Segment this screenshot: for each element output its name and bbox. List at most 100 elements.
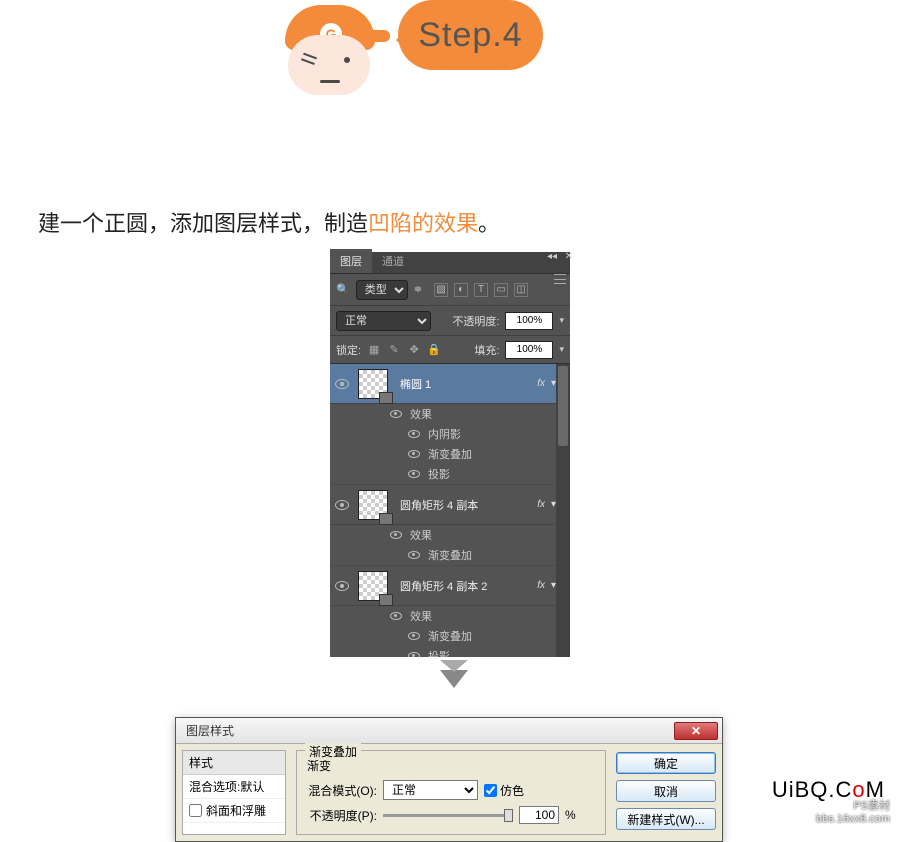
fx-visibility-toggle[interactable]: [408, 551, 420, 559]
visibility-toggle[interactable]: [330, 500, 354, 510]
blend-mode-select[interactable]: 正常: [336, 311, 431, 331]
filter-type-icon[interactable]: T: [474, 283, 488, 297]
fx-visibility-toggle[interactable]: [408, 430, 420, 438]
fill-label: 填充:: [474, 342, 499, 358]
style-blend-options[interactable]: 混合选项:默认: [183, 775, 285, 799]
style-bevel-checkbox[interactable]: [189, 804, 202, 817]
fx-visibility-toggle[interactable]: [390, 531, 402, 539]
blend-mode-combo[interactable]: 正常: [383, 780, 478, 800]
fx-visibility-toggle[interactable]: [408, 632, 420, 640]
fx-item[interactable]: 效果: [410, 527, 432, 543]
panel-menu-icon[interactable]: [554, 274, 566, 284]
lock-brush-icon[interactable]: ✎: [387, 343, 401, 357]
layer-row[interactable]: 圆角矩形 4 副本 2 fx ▾: [330, 566, 570, 606]
lock-move-icon[interactable]: ✥: [407, 343, 421, 357]
instruction-pre: 建一个正圆，添加图层样式，制造: [38, 211, 368, 236]
opacity-slider[interactable]: [383, 814, 513, 817]
styles-list-header: 样式: [183, 751, 285, 775]
watermark-line1: PS素材: [853, 797, 890, 813]
instruction-highlight: 凹陷的效果: [368, 211, 478, 236]
arrow-down-icon: [440, 670, 468, 688]
layer-name[interactable]: 圆角矩形 4 副本 2: [400, 578, 537, 594]
fx-item[interactable]: 渐变叠加: [428, 628, 472, 644]
fx-visibility-toggle[interactable]: [408, 652, 420, 657]
blend-mode-label: 混合模式(O):: [307, 782, 377, 799]
step-header: G Step.4: [280, 0, 543, 110]
filter-shape-icon[interactable]: ▭: [494, 283, 508, 297]
gradient-overlay-fieldset: 渐变叠加 渐变 混合模式(O): 正常 仿色 不透明度(P): %: [296, 750, 606, 835]
layers-list: 椭圆 1 fx ▾ 效果 内阴影 渐变叠加 投影 圆角矩形 4 副本 fx ▾ …: [330, 364, 570, 657]
blend-row: 正常 不透明度: ▾: [330, 306, 570, 336]
panel-close-icon[interactable]: ✕: [565, 251, 573, 262]
fill-chevron-icon[interactable]: ▾: [559, 344, 564, 355]
panel-collapse-icon[interactable]: ◂◂: [547, 251, 557, 262]
dialog-title: 图层样式: [180, 722, 674, 739]
visibility-toggle[interactable]: [330, 379, 354, 389]
fx-visibility-toggle[interactable]: [390, 410, 402, 418]
layers-panel: ◂◂ ✕ 图层 通道 🔍 类型 ≑ ▧ ◐ T ▭ ◫ 正常 不透明度: ▾ 锁…: [330, 252, 570, 657]
styles-list: 样式 混合选项:默认 斜面和浮雕: [182, 750, 286, 835]
dither-label: 仿色: [500, 782, 524, 799]
opacity-unit: %: [565, 808, 576, 822]
cancel-button[interactable]: 取消: [616, 780, 716, 802]
select-chevron-icon: ≑: [414, 284, 422, 295]
layer-name[interactable]: 椭圆 1: [400, 376, 537, 392]
filter-type-select[interactable]: 类型: [356, 280, 408, 300]
panel-tabs: 图层 通道: [330, 252, 570, 274]
fx-item[interactable]: 内阴影: [428, 426, 461, 442]
tab-channels[interactable]: 通道: [372, 249, 414, 273]
face-shape: [288, 35, 370, 95]
search-icon[interactable]: 🔍: [336, 283, 350, 296]
layer-thumb-icon[interactable]: [358, 369, 388, 399]
fx-badge[interactable]: fx: [537, 499, 545, 510]
opacity-label: 不透明度:: [452, 313, 499, 329]
opacity-slider-label: 不透明度(P):: [307, 807, 377, 824]
fx-item[interactable]: 渐变叠加: [428, 446, 472, 462]
tab-layers[interactable]: 图层: [330, 249, 372, 273]
opacity-input[interactable]: [505, 312, 553, 330]
lock-row: 锁定: ▦ ✎ ✥ 🔒 填充: ▾: [330, 336, 570, 364]
avatar-illustration: G: [280, 0, 380, 110]
fill-input[interactable]: [505, 341, 553, 359]
layer-row[interactable]: 椭圆 1 fx ▾: [330, 364, 570, 404]
filter-smart-icon[interactable]: ◫: [514, 283, 528, 297]
layer-row[interactable]: 圆角矩形 4 副本 fx ▾: [330, 485, 570, 525]
step-label: Step.4: [418, 16, 522, 55]
fx-item[interactable]: 效果: [410, 406, 432, 422]
fx-item[interactable]: 渐变叠加: [428, 547, 472, 563]
visibility-toggle[interactable]: [330, 581, 354, 591]
dialog-titlebar[interactable]: 图层样式 ✕: [176, 718, 722, 744]
dialog-close-button[interactable]: ✕: [674, 722, 718, 740]
fx-sublist: 效果 渐变叠加 投影: [330, 606, 570, 657]
layer-thumb-icon[interactable]: [358, 571, 388, 601]
filter-pixel-icon[interactable]: ▧: [434, 283, 448, 297]
style-bevel[interactable]: 斜面和浮雕: [183, 799, 285, 823]
layer-thumb-icon[interactable]: [358, 490, 388, 520]
lock-transparent-icon[interactable]: ▦: [367, 343, 381, 357]
opacity-chevron-icon[interactable]: ▾: [559, 315, 564, 326]
fx-item[interactable]: 投影: [428, 466, 450, 482]
fx-badge[interactable]: fx: [537, 580, 545, 591]
fx-visibility-toggle[interactable]: [408, 450, 420, 458]
layer-style-dialog: 图层样式 ✕ 样式 混合选项:默认 斜面和浮雕 渐变叠加 渐变 混合模式(O):…: [175, 717, 723, 842]
filter-adjust-icon[interactable]: ◐: [454, 283, 468, 297]
dither-checkbox[interactable]: [484, 784, 497, 797]
speech-bubble: Step.4: [398, 0, 543, 70]
opacity-value-input[interactable]: [519, 806, 559, 824]
ok-button[interactable]: 确定: [616, 752, 716, 774]
fx-sublist: 效果 渐变叠加: [330, 525, 570, 566]
layer-name[interactable]: 圆角矩形 4 副本: [400, 497, 537, 513]
filter-row: 🔍 类型 ≑ ▧ ◐ T ▭ ◫: [330, 274, 570, 306]
watermark-line2: bbs.16xx8.com: [816, 813, 890, 825]
fx-visibility-toggle[interactable]: [390, 612, 402, 620]
lock-label: 锁定:: [336, 342, 361, 358]
fx-badge[interactable]: fx: [537, 378, 545, 389]
instruction-text: 建一个正圆，添加图层样式，制造凹陷的效果。: [38, 206, 500, 238]
fx-visibility-toggle[interactable]: [408, 470, 420, 478]
lock-all-icon[interactable]: 🔒: [427, 343, 441, 357]
fx-item[interactable]: 投影: [428, 648, 450, 657]
layers-scrollbar[interactable]: [556, 364, 570, 657]
fieldset-legend: 渐变叠加: [305, 743, 361, 760]
fx-item[interactable]: 效果: [410, 608, 432, 624]
instruction-post: 。: [478, 211, 500, 236]
